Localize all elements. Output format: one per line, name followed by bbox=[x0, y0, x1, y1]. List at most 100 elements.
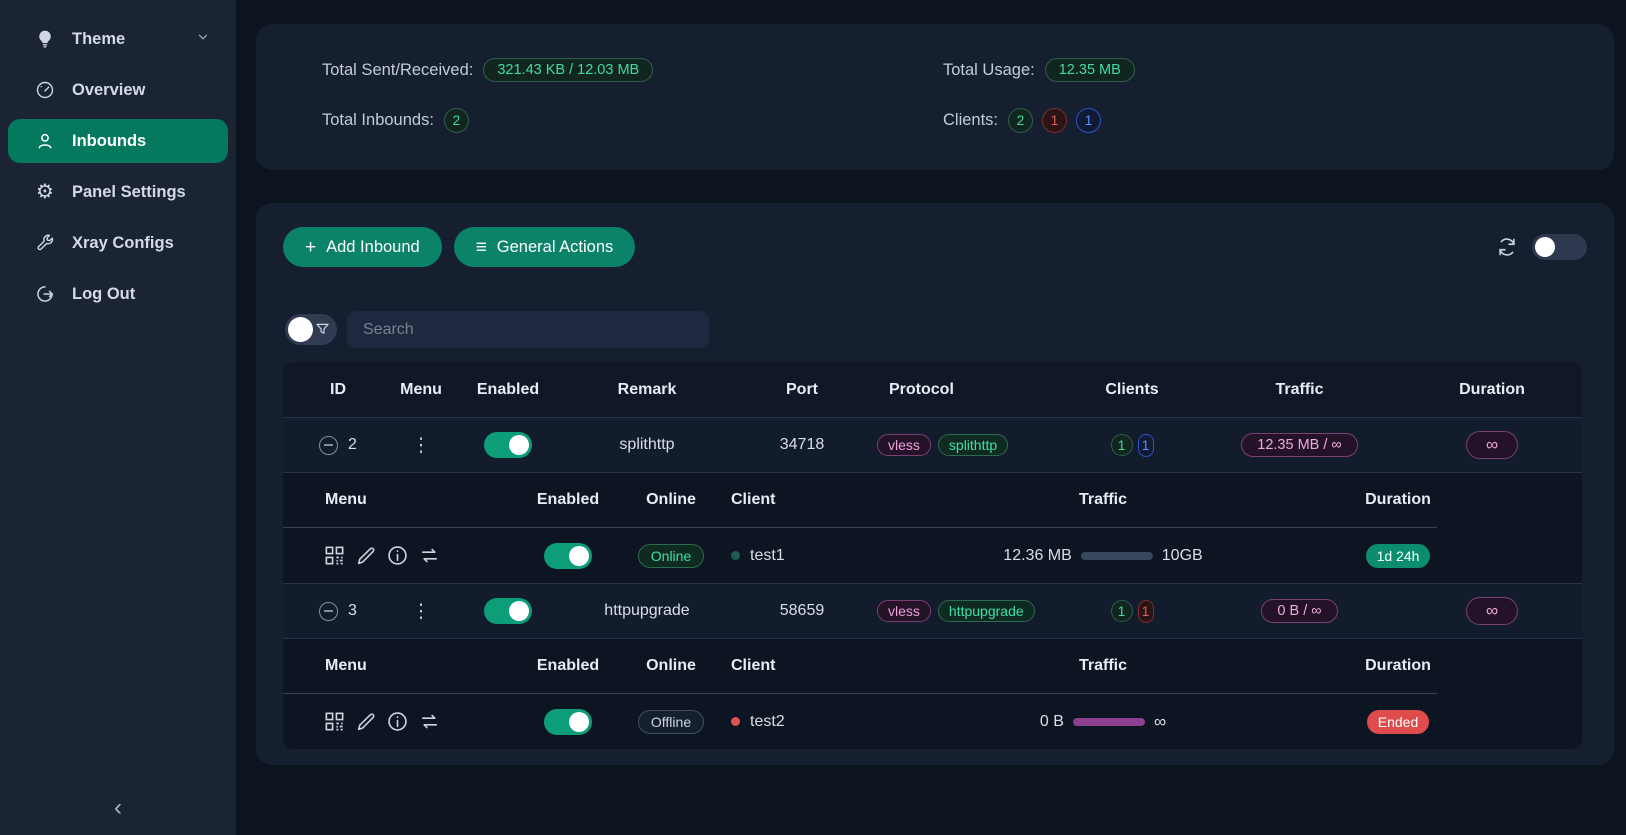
sidebar-item-xray-configs[interactable]: Xray Configs bbox=[8, 221, 228, 265]
chevron-down-icon bbox=[196, 30, 210, 49]
general-actions-label: General Actions bbox=[497, 238, 613, 257]
client-subtable-header: Menu Enabled Online Client Traffic Durat… bbox=[283, 639, 1437, 694]
inbound-remark: splithttp bbox=[567, 436, 727, 454]
client-name: test2 bbox=[750, 713, 785, 731]
logout-icon bbox=[34, 283, 56, 305]
client-subtable-header: Menu Enabled Online Client Traffic Durat… bbox=[283, 473, 1437, 528]
clients-online-count-badge: 2 bbox=[1008, 108, 1033, 133]
transport-tag: splithttp bbox=[938, 434, 1008, 456]
sidebar-item-label: Xray Configs bbox=[72, 234, 174, 253]
sidebar-item-label: Overview bbox=[72, 81, 145, 100]
reset-traffic-icon[interactable] bbox=[418, 544, 441, 567]
add-inbound-label: Add Inbound bbox=[326, 238, 420, 257]
subcol-header-online: Online bbox=[623, 657, 719, 675]
subcol-header-client: Client bbox=[719, 491, 933, 509]
inbound-row: 2 ⋮ splithttp 34718 vless splithttp 1 1 … bbox=[283, 417, 1582, 472]
client-traffic-total: 10GB bbox=[1162, 547, 1203, 565]
edit-icon[interactable] bbox=[355, 545, 377, 567]
sidebar-item-label: Log Out bbox=[72, 285, 135, 304]
qr-code-icon[interactable] bbox=[323, 544, 346, 567]
client-count-green: 1 bbox=[1111, 600, 1133, 622]
info-icon[interactable] bbox=[386, 710, 409, 733]
reset-traffic-icon[interactable] bbox=[418, 710, 441, 733]
toggle-knob bbox=[569, 546, 589, 566]
subcol-header-online: Online bbox=[623, 491, 719, 509]
filter-toggle[interactable] bbox=[285, 314, 337, 345]
stat-label: Total Sent/Received: bbox=[322, 61, 473, 80]
wrench-icon bbox=[34, 232, 56, 254]
sidebar-item-theme[interactable]: Theme bbox=[8, 17, 228, 61]
sidebar-item-label: Theme bbox=[72, 30, 125, 49]
sidebar-item-label: Panel Settings bbox=[72, 183, 186, 202]
inbound-enabled-toggle[interactable] bbox=[484, 598, 532, 624]
auto-refresh-toggle[interactable] bbox=[1532, 234, 1587, 260]
protocol-tag: vless bbox=[877, 434, 931, 456]
client-status-badge: Online bbox=[638, 544, 704, 568]
edit-icon[interactable] bbox=[355, 711, 377, 733]
client-count-red: 1 bbox=[1138, 600, 1154, 623]
sidebar-item-logout[interactable]: Log Out bbox=[8, 272, 228, 316]
inbound-duration-badge: ∞ bbox=[1466, 431, 1518, 459]
row-menu-icon[interactable]: ⋮ bbox=[412, 434, 431, 457]
search-row bbox=[285, 311, 1587, 348]
client-enabled-toggle[interactable] bbox=[544, 709, 592, 735]
info-icon[interactable] bbox=[386, 544, 409, 567]
toggle-knob bbox=[1535, 237, 1555, 257]
stat-clients: Clients: 2 1 1 bbox=[943, 104, 1614, 136]
sidebar-collapse-button[interactable]: ‹ bbox=[0, 799, 236, 817]
client-traffic-used: 12.36 MB bbox=[1003, 547, 1071, 565]
inbound-port: 34718 bbox=[727, 436, 877, 454]
client-row: Online test1 12.36 MB 10GB 1d 24h bbox=[283, 528, 1582, 583]
clients-expired-count-badge: 1 bbox=[1042, 108, 1067, 133]
general-actions-button[interactable]: ≡ General Actions bbox=[454, 227, 636, 267]
hamburger-icon: ≡ bbox=[476, 238, 487, 257]
col-header-remark: Remark bbox=[567, 381, 727, 399]
stat-label: Clients: bbox=[943, 111, 998, 130]
client-subtable: Menu Enabled Online Client Traffic Durat… bbox=[283, 638, 1582, 749]
collapse-row-icon[interactable] bbox=[319, 436, 338, 455]
col-header-clients: Clients bbox=[1067, 381, 1197, 399]
toggle-knob bbox=[509, 435, 529, 455]
client-enabled-toggle[interactable] bbox=[544, 543, 592, 569]
sidebar-item-panel-settings[interactable]: ⚙ Panel Settings bbox=[8, 170, 228, 214]
subcol-header-traffic: Traffic bbox=[933, 657, 1273, 675]
clients-total-count-badge: 1 bbox=[1076, 108, 1101, 133]
subcol-header-duration: Duration bbox=[1273, 657, 1523, 675]
total-inbounds-count-badge: 2 bbox=[444, 108, 469, 133]
col-header-menu: Menu bbox=[393, 381, 449, 399]
qr-code-icon[interactable] bbox=[323, 710, 346, 733]
client-row: Offline test2 0 B ∞ Ended bbox=[283, 694, 1582, 749]
col-header-enabled: Enabled bbox=[449, 381, 567, 399]
stat-label: Total Usage: bbox=[943, 61, 1035, 80]
subcol-header-client: Client bbox=[719, 657, 933, 675]
subcol-header-enabled: Enabled bbox=[513, 491, 623, 509]
subcol-header-menu: Menu bbox=[283, 491, 513, 509]
traffic-progress-bar bbox=[1081, 552, 1153, 560]
inbound-enabled-toggle[interactable] bbox=[484, 432, 532, 458]
subcol-header-enabled: Enabled bbox=[513, 657, 623, 675]
sidebar-item-inbounds[interactable]: Inbounds bbox=[8, 119, 228, 163]
client-name: test1 bbox=[750, 547, 785, 565]
client-color-dot bbox=[731, 717, 740, 726]
inbound-remark: httpupgrade bbox=[567, 602, 727, 620]
add-inbound-button[interactable]: + Add Inbound bbox=[283, 227, 442, 267]
sent-received-value-badge: 321.43 KB / 12.03 MB bbox=[483, 58, 653, 82]
toggle-knob bbox=[288, 317, 313, 342]
search-input[interactable] bbox=[347, 311, 709, 348]
collapse-row-icon[interactable] bbox=[319, 602, 338, 621]
stat-sent-received: Total Sent/Received: 321.43 KB / 12.03 M… bbox=[322, 54, 943, 86]
client-duration-badge: 1d 24h bbox=[1366, 544, 1431, 568]
plus-icon: + bbox=[305, 238, 316, 257]
client-traffic-used: 0 B bbox=[1040, 713, 1064, 731]
col-header-id: ID bbox=[283, 381, 393, 399]
row-menu-icon[interactable]: ⋮ bbox=[412, 600, 431, 623]
stats-card: Total Sent/Received: 321.43 KB / 12.03 M… bbox=[256, 24, 1614, 170]
lightbulb-icon bbox=[34, 28, 56, 50]
refresh-icon[interactable] bbox=[1496, 236, 1518, 258]
sidebar-item-overview[interactable]: Overview bbox=[8, 68, 228, 112]
inbound-id: 2 bbox=[348, 436, 357, 454]
app-root: Theme Overview Inbounds ⚙ Panel Settings bbox=[0, 0, 1626, 835]
col-header-port: Port bbox=[727, 381, 877, 399]
toggle-knob bbox=[509, 601, 529, 621]
inbounds-table: ID Menu Enabled Remark Port Protocol Cli… bbox=[283, 362, 1582, 749]
